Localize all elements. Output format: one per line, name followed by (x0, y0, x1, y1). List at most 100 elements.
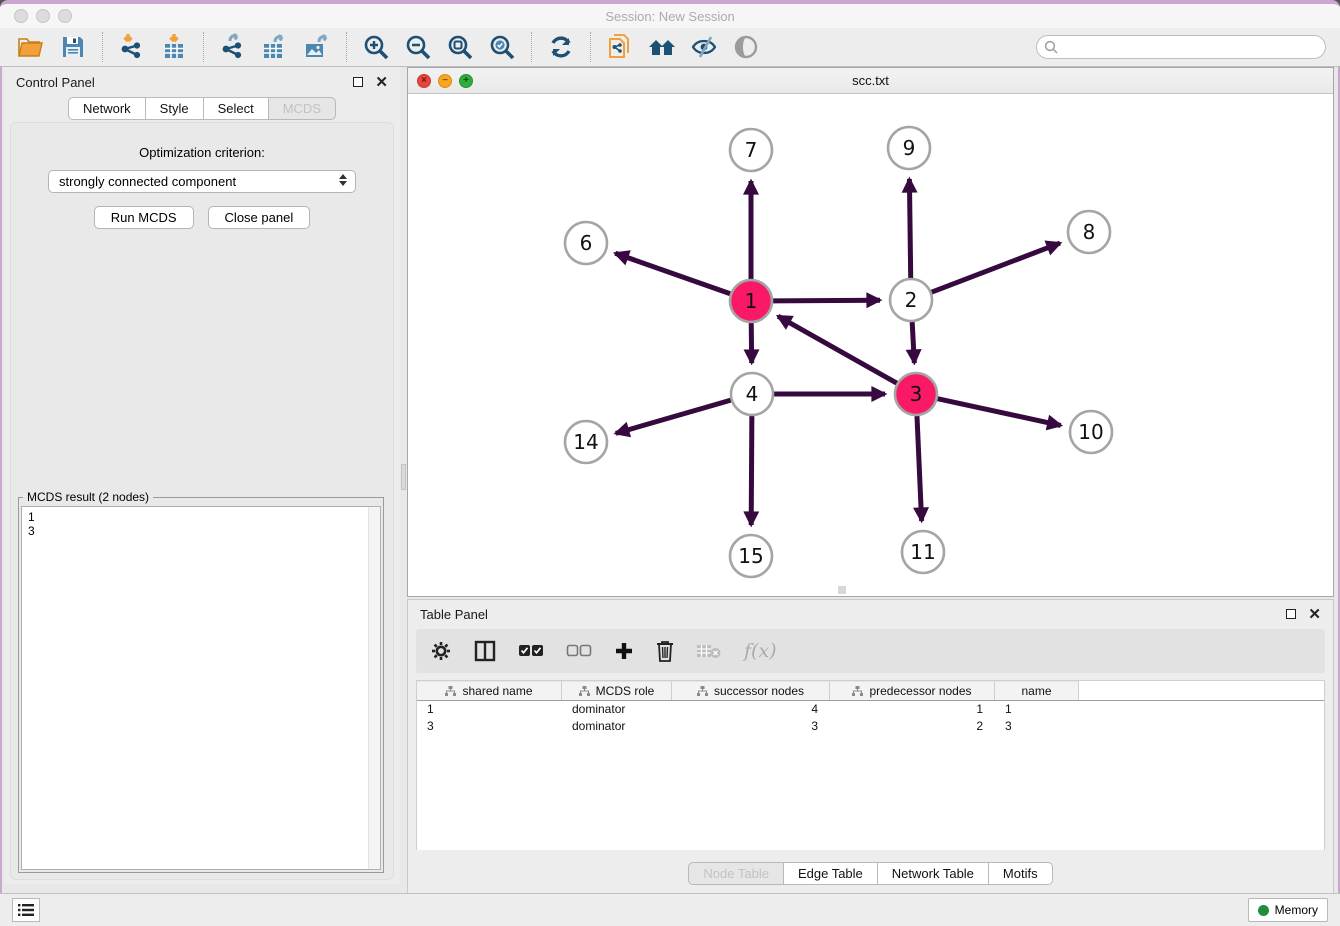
table-options-icon[interactable] (430, 640, 452, 662)
graph-edge-2-3[interactable] (912, 322, 914, 363)
close-panel-button[interactable]: Close panel (208, 206, 311, 229)
control-panel-header: Control Panel ✕ (4, 67, 400, 97)
table-cell[interactable]: 1 (417, 701, 562, 718)
node-table: shared nameMCDS rolesuccessor nodes prede… (416, 680, 1325, 850)
memory-button[interactable]: Memory (1248, 898, 1328, 922)
table-cell[interactable]: 3 (672, 718, 830, 735)
mcds-result-textarea[interactable]: 1 3 (21, 506, 381, 870)
import-table-icon[interactable] (159, 32, 189, 62)
tab-mcds[interactable]: MCDS (269, 97, 336, 120)
first-neighbors-icon[interactable] (647, 32, 677, 62)
column-header-successor-nodes[interactable]: successor nodes (672, 681, 830, 700)
import-network-icon[interactable] (117, 32, 147, 62)
table-cell[interactable]: 2 (830, 718, 995, 735)
table-cell[interactable]: 1 (830, 701, 995, 718)
tab-network-table[interactable]: Network Table (878, 862, 989, 885)
graph-edge-3-1[interactable] (778, 316, 897, 383)
graph-edge-1-6[interactable] (615, 253, 730, 293)
application-window: Session: New Session (0, 0, 1340, 926)
main-toolbar (0, 28, 1340, 67)
table-row[interactable]: 1dominator411 (417, 701, 1324, 718)
table-cell[interactable]: 3 (995, 718, 1079, 735)
column-visibility-icon[interactable] (474, 640, 496, 662)
table-cell[interactable]: dominator (562, 718, 672, 735)
result-scrollbar[interactable] (368, 507, 380, 869)
graph-node-label-4: 4 (746, 382, 759, 406)
attribute-icon (445, 686, 456, 696)
run-mcds-button[interactable]: Run MCDS (94, 206, 194, 229)
zoom-out-icon[interactable] (403, 32, 433, 62)
column-header-name[interactable]: name (995, 681, 1079, 700)
table-cell[interactable]: 4 (672, 701, 830, 718)
apply-layout-icon[interactable] (546, 32, 576, 62)
search-input[interactable] (1036, 35, 1326, 59)
table-cell[interactable]: dominator (562, 701, 672, 718)
zoom-fit-icon[interactable] (445, 32, 475, 62)
control-panel: Control Panel ✕ NetworkStyleSelectMCDS O… (4, 67, 400, 884)
zoom-selected-icon[interactable] (487, 32, 517, 62)
optimization-criterion-select[interactable]: strongly connected component (48, 170, 356, 193)
toolbar-separator (590, 32, 591, 62)
control-panel-tabs: NetworkStyleSelectMCDS (4, 97, 400, 120)
graph-edge-4-14[interactable] (616, 400, 731, 433)
canvas-scroll-grip[interactable] (838, 586, 846, 594)
table-cell[interactable]: 3 (417, 718, 562, 735)
panel-splitter-handle[interactable] (401, 464, 406, 490)
network-graph: 7968124314101511 (408, 94, 1333, 596)
graph-edge-3-11[interactable] (917, 416, 922, 521)
optimization-criterion-label: Optimization criterion: (11, 145, 393, 160)
tab-motifs[interactable]: Motifs (989, 862, 1053, 885)
tab-network[interactable]: Network (68, 97, 146, 120)
clone-network-icon[interactable] (605, 32, 635, 62)
graph-node-label-14: 14 (573, 430, 598, 454)
table-row[interactable]: 3dominator323 (417, 718, 1324, 735)
add-column-icon[interactable] (614, 641, 634, 661)
table-panel-title: Table Panel (420, 607, 1286, 622)
select-all-checked-icon[interactable] (518, 644, 544, 658)
delete-column-icon[interactable] (656, 640, 674, 662)
graph-edge-2-9[interactable] (909, 179, 910, 278)
network-canvas[interactable]: 7968124314101511 (408, 94, 1333, 596)
function-builder-icon: f(x) (744, 640, 777, 662)
float-table-panel-icon[interactable] (1286, 609, 1296, 619)
delete-table-icon (696, 642, 722, 660)
export-image-icon[interactable] (302, 32, 332, 62)
attribute-icon (697, 686, 708, 696)
column-header-MCDS-role[interactable]: MCDS role (562, 681, 672, 700)
attribute-icon (579, 686, 590, 696)
table-cell[interactable]: 1 (995, 701, 1079, 718)
export-network-icon[interactable] (218, 32, 248, 62)
graph-edge-3-10[interactable] (937, 399, 1060, 426)
window-title: Session: New Session (0, 9, 1340, 24)
close-panel-icon[interactable]: ✕ (375, 75, 388, 90)
tab-select[interactable]: Select (204, 97, 269, 120)
status-bar: Memory (0, 893, 1340, 926)
show-all-icon[interactable] (731, 32, 761, 62)
close-table-panel-icon[interactable]: ✕ (1308, 607, 1321, 622)
column-label: predecessor nodes (869, 684, 971, 698)
float-panel-icon[interactable] (353, 77, 363, 87)
column-header-shared-name[interactable]: shared name (417, 681, 562, 700)
open-session-icon[interactable] (16, 32, 46, 62)
control-panel-title: Control Panel (16, 75, 353, 90)
toolbar-separator (531, 32, 532, 62)
graph-edge-2-8[interactable] (932, 243, 1060, 292)
task-history-button[interactable] (12, 898, 40, 922)
graph-edge-4-15[interactable] (751, 416, 752, 525)
deselect-all-icon[interactable] (566, 644, 592, 658)
save-session-icon[interactable] (58, 32, 88, 62)
hide-selected-icon[interactable] (689, 32, 719, 62)
column-header-predecessor-nodes[interactable]: predecessor nodes (830, 681, 995, 700)
zoom-in-icon[interactable] (361, 32, 391, 62)
search-icon (1044, 40, 1058, 54)
tab-edge-table[interactable]: Edge Table (784, 862, 878, 885)
graph-node-label-15: 15 (738, 544, 763, 568)
tab-style[interactable]: Style (146, 97, 204, 120)
mcds-result-title: MCDS result (2 nodes) (23, 490, 153, 504)
export-table-icon[interactable] (260, 32, 290, 62)
table-body: 1dominator4113dominator323 (417, 701, 1324, 735)
table-panel: Table Panel ✕ (407, 599, 1334, 894)
graph-edge-1-2[interactable] (773, 300, 880, 301)
chevron-up-down-icon (339, 174, 347, 186)
tab-node-table[interactable]: Node Table (688, 862, 784, 885)
